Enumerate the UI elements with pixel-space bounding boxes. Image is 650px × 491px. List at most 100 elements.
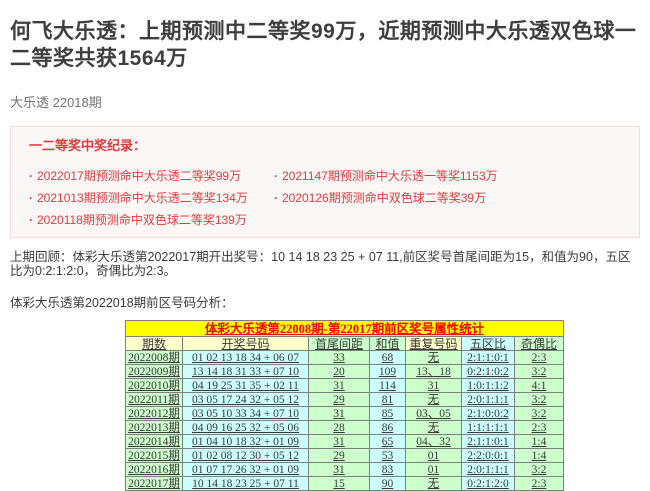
- table-cell: 10 14 18 23 25 + 07 11: [183, 477, 309, 491]
- table-cell: 3:2: [515, 365, 564, 379]
- table-cell: 2:0:1:1:1: [462, 463, 515, 477]
- article: 何飞大乐透：上期预测中二等奖99万，近期预测中大乐透双色球一二等奖共获1564万…: [0, 18, 650, 491]
- table-cell: 2022012期: [126, 407, 183, 421]
- table-cell: 2022009期: [126, 365, 183, 379]
- table-cell: 01 04 10 18 32 + 01 09: [183, 435, 309, 449]
- last-draw-review: 上期回顾：体彩大乐透第2022017期开出奖号：10 14 18 23 25 +…: [10, 250, 640, 278]
- table-cell: 2022014期: [126, 435, 183, 449]
- table-cell: 13 14 18 31 33 + 07 10: [183, 365, 309, 379]
- table-cell: 3:2: [515, 463, 564, 477]
- table-cell: 03 05 10 33 34 + 07 10: [183, 407, 309, 421]
- record-list-right: · 2021147期预测命中大乐透一等奖1153万 · 2020126期预测命中双色球…: [274, 161, 498, 227]
- table-cell: 2:3: [515, 477, 564, 491]
- table-cell: 90: [370, 477, 406, 491]
- page-title: 何飞大乐透：上期预测中二等奖99万，近期预测中大乐透双色球一二等奖共获1564万: [10, 18, 640, 72]
- table-cell: 01 02 08 12 30 + 05 12: [183, 449, 309, 463]
- table-cell: 2022015期: [126, 449, 183, 463]
- table-cell: 2022016期: [126, 463, 183, 477]
- table-cell: 无: [406, 421, 462, 435]
- table-cell: 29: [309, 393, 370, 407]
- front-zone-stats-table: 体彩大乐透第22008期-第22017期前区奖号属性统计期数开奖号码首尾间距和值…: [125, 320, 564, 491]
- record-list-left: · 2022017期预测命中大乐透二等奖99万 · 2021013期预测命中大乐透二等…: [29, 161, 274, 227]
- table-cell: 2022011期: [126, 393, 183, 407]
- record-item-label: 2020126期预测命中双色球二等奖39万: [282, 191, 486, 205]
- table-row: 2022008期01 02 13 18 34 + 06 073368无2:1:1…: [126, 351, 564, 365]
- column-header: 五区比: [462, 337, 515, 351]
- table-cell: 31: [309, 379, 370, 393]
- table-cell: 01: [406, 449, 462, 463]
- bullet-icon: ·: [274, 169, 278, 183]
- bullet-icon: ·: [29, 169, 33, 183]
- table-row: 2022016期01 07 17 26 32 + 01 093183012:0:…: [126, 463, 564, 477]
- column-header: 开奖号码: [183, 337, 309, 351]
- table-cell: 3:2: [515, 393, 564, 407]
- bullet-icon: ·: [29, 191, 33, 205]
- table-cell: 53: [370, 449, 406, 463]
- table-cell: 109: [370, 365, 406, 379]
- bullet-icon: ·: [29, 213, 33, 227]
- table-cell: 4:1: [515, 379, 564, 393]
- table-cell: 04 19 25 31 35 + 02 11: [183, 379, 309, 393]
- prize-record-box: 一二等奖中奖纪录： · 2022017期预测命中大乐透二等奖99万 · 2021013…: [10, 126, 640, 238]
- table-row: 2022009期13 14 18 31 33 + 07 102010913、18…: [126, 365, 564, 379]
- table-cell: 13、18: [406, 365, 462, 379]
- record-heading: 一二等奖中奖纪录：: [29, 139, 621, 152]
- table-cell: 31: [309, 463, 370, 477]
- table-cell: 04、32: [406, 435, 462, 449]
- table-cell: 01: [406, 463, 462, 477]
- table-header-row: 期数开奖号码首尾间距和值重复号码五区比奇偶比: [126, 337, 564, 351]
- record-item: · 2020118期预测命中双色球二等奖139万: [29, 214, 274, 227]
- table-cell: 85: [370, 407, 406, 421]
- table-cell: 1:1:1:1:1: [462, 421, 515, 435]
- table-cell: 31: [309, 407, 370, 421]
- table-cell: 15: [309, 477, 370, 491]
- record-item-label: 2021013期预测命中大乐透二等奖134万: [37, 191, 248, 205]
- table-cell: 1:4: [515, 435, 564, 449]
- table-cell: 无: [406, 393, 462, 407]
- bullet-icon: ·: [274, 191, 278, 205]
- table-cell: 33: [309, 351, 370, 365]
- table-cell: 28: [309, 421, 370, 435]
- column-header: 期数: [126, 337, 183, 351]
- table-cell: 20: [309, 365, 370, 379]
- table-cell: 2:1:1:0:1: [462, 351, 515, 365]
- table-cell: 2:1:1:0:1: [462, 435, 515, 449]
- table-cell: 04 09 16 25 32 + 05 06: [183, 421, 309, 435]
- record-item-label: 2020118期预测命中双色球二等奖139万: [37, 213, 247, 227]
- table-cell: 1:0:1:1:2: [462, 379, 515, 393]
- record-columns: · 2022017期预测命中大乐透二等奖99万 · 2021013期预测命中大乐透二等…: [29, 161, 621, 227]
- table-title: 体彩大乐透第22008期-第22017期前区奖号属性统计: [126, 321, 564, 337]
- table-cell: 2:0:1:1:1: [462, 393, 515, 407]
- table-row: 2022017期10 14 18 23 25 + 07 111590无0:2:1…: [126, 477, 564, 491]
- record-item: · 2021147期预测命中大乐透一等奖1153万: [274, 170, 498, 183]
- column-header: 首尾间距: [309, 337, 370, 351]
- column-header: 奇偶比: [515, 337, 564, 351]
- analysis-intro: 体彩大乐透第2022018期前区号码分析：: [10, 296, 640, 310]
- record-item-label: 2021147期预测命中大乐透一等奖1153万: [282, 169, 498, 183]
- table-cell: 31: [309, 435, 370, 449]
- table-cell: 2022010期: [126, 379, 183, 393]
- table-cell: 01 02 13 18 34 + 06 07: [183, 351, 309, 365]
- table-cell: 2:1:0:0:2: [462, 407, 515, 421]
- table-cell: 81: [370, 393, 406, 407]
- table-cell: 2:3: [515, 351, 564, 365]
- record-item-label: 2022017期预测命中大乐透二等奖99万: [37, 169, 241, 183]
- table-cell: 114: [370, 379, 406, 393]
- column-header: 和值: [370, 337, 406, 351]
- table-row: 2022014期01 04 10 18 32 + 01 09316504、322…: [126, 435, 564, 449]
- table-cell: 无: [406, 477, 462, 491]
- table-cell: 3:2: [515, 407, 564, 421]
- table-row: 2022011期03 05 17 24 32 + 05 122981无2:0:1…: [126, 393, 564, 407]
- table-cell: 0:2:1:0:2: [462, 365, 515, 379]
- table-row: 2022013期04 09 16 25 32 + 05 062886无1:1:1…: [126, 421, 564, 435]
- table-cell: 无: [406, 351, 462, 365]
- table-cell: 29: [309, 449, 370, 463]
- table-cell: 86: [370, 421, 406, 435]
- table-cell: 2022008期: [126, 351, 183, 365]
- table-cell: 2:2:0:0:1: [462, 449, 515, 463]
- table-row: 2022010期04 19 25 31 35 + 02 1131114311:0…: [126, 379, 564, 393]
- table-cell: 65: [370, 435, 406, 449]
- table-cell: 83: [370, 463, 406, 477]
- record-item: · 2022017期预测命中大乐透二等奖99万: [29, 170, 274, 183]
- table-row: 2022015期01 02 08 12 30 + 05 122953012:2:…: [126, 449, 564, 463]
